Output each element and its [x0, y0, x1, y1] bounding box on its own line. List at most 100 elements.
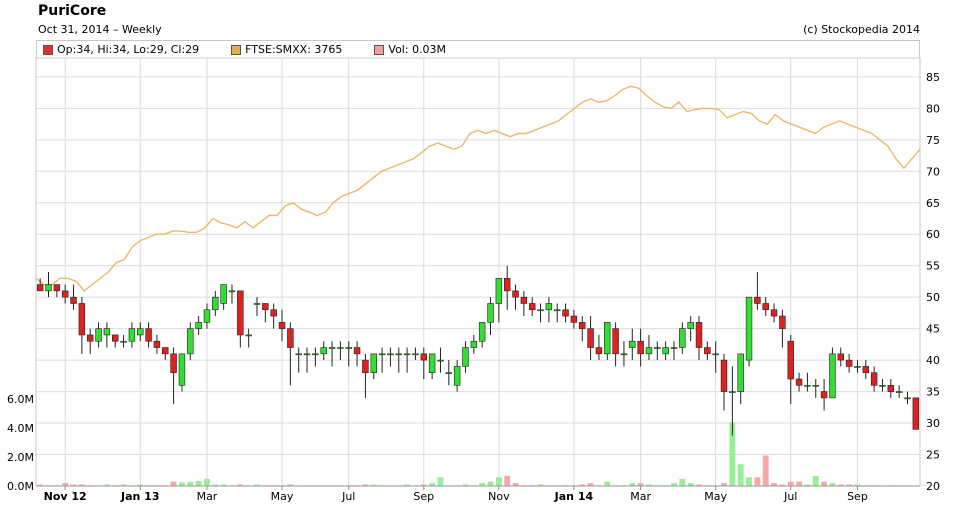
candle-body: [837, 353, 844, 361]
candle-body: [128, 328, 136, 342]
price-tick-label: 50: [926, 291, 940, 304]
candle-body: [845, 359, 853, 367]
price-tick-label: 25: [926, 449, 940, 462]
candle-body: [779, 315, 786, 329]
candle-body: [170, 353, 177, 374]
volume-bar: [737, 464, 744, 486]
candle-body: [295, 353, 302, 356]
candle-body: [612, 328, 619, 355]
candle-body: [579, 322, 586, 329]
volume-bar: [746, 477, 752, 486]
candle-body: [829, 353, 836, 399]
x-tick-label: Jul: [783, 490, 797, 503]
price-tick-label: 75: [926, 134, 940, 147]
candle-body: [262, 303, 269, 311]
x-tick-label: Nov 12: [44, 490, 87, 503]
candle-body: [278, 322, 286, 329]
candle-body: [362, 359, 369, 374]
volume-bar: [787, 481, 794, 486]
price-tick-label: 55: [926, 260, 940, 273]
candle-body: [428, 353, 436, 374]
x-tick-label: Jul: [341, 490, 355, 503]
candle-body: [595, 347, 603, 355]
candle-body: [895, 391, 903, 393]
volume-bar: [487, 481, 494, 486]
candle-body: [787, 340, 794, 380]
volume-tick-label: 0.0M: [7, 480, 34, 493]
volume-bar: [170, 481, 177, 486]
candle-body: [212, 296, 219, 311]
volume-tick-label: 2.0M: [7, 451, 34, 464]
candle-body: [570, 315, 578, 323]
candle-body: [61, 290, 69, 298]
candle-body: [353, 347, 361, 355]
x-tick-label: Mar: [197, 490, 218, 503]
x-tick-label: Jan 14: [554, 490, 594, 503]
volume-bar: [495, 477, 502, 486]
candle-body: [820, 391, 828, 399]
price-tick-label: 20: [926, 480, 940, 493]
candle-body: [478, 322, 486, 342]
x-tick-label: May: [271, 490, 294, 503]
candle-body: [687, 322, 694, 329]
price-tick-label: 40: [926, 354, 940, 367]
candle-body: [195, 322, 202, 329]
candle-body: [737, 353, 744, 392]
candle-body: [86, 334, 94, 342]
candle-body: [270, 309, 277, 317]
candle-body: [562, 309, 569, 317]
candle-body: [153, 340, 161, 348]
candle-body: [45, 284, 52, 292]
candle-body: [754, 296, 761, 304]
candle-body: [862, 366, 870, 374]
candle-body: [854, 366, 861, 368]
candle-body: [620, 353, 628, 356]
price-tick-label: 80: [926, 102, 940, 115]
candle-body: [587, 328, 594, 348]
candle-body: [337, 347, 344, 349]
price-tick-label: 70: [926, 165, 940, 178]
candle-body: [812, 384, 819, 387]
candle-body: [712, 353, 719, 356]
volume-bar: [754, 477, 761, 486]
candle-body: [512, 290, 519, 298]
price-tick-label: 35: [926, 386, 940, 399]
volume-bar: [762, 455, 769, 486]
candle-body: [437, 359, 444, 362]
candle-body: [503, 277, 511, 292]
candle-body: [645, 347, 653, 355]
volume-tick-label: 4.0M: [7, 422, 34, 435]
candle-body: [887, 384, 895, 392]
candle-body: [395, 353, 402, 356]
candle-body: [420, 353, 428, 361]
candle-body: [604, 322, 611, 355]
candle-body: [36, 284, 44, 292]
candle-body: [904, 397, 911, 400]
candle-body: [453, 366, 461, 386]
volume-bar: [821, 481, 828, 486]
candle-body: [445, 372, 453, 375]
candle-body: [187, 328, 194, 355]
x-tick-label: Jan 13: [120, 490, 159, 503]
price-tick-label: 30: [926, 417, 940, 430]
candle-body: [78, 303, 86, 336]
candle-body: [112, 334, 119, 342]
candle-body: [403, 353, 411, 356]
x-tick-label: Nov: [488, 490, 510, 503]
candle-body: [412, 353, 419, 356]
candle-body: [470, 340, 478, 348]
candle-body: [637, 340, 644, 355]
candle-body: [245, 334, 252, 337]
candle-body: [704, 347, 711, 355]
candle-body: [495, 277, 503, 304]
candle-body: [103, 328, 111, 336]
candle-body: [804, 384, 811, 387]
candle-body: [729, 391, 736, 393]
candle-body: [870, 372, 878, 386]
candle-body: [670, 347, 678, 349]
volume-bar: [187, 481, 194, 486]
volume-bar: [195, 480, 202, 486]
candle-body: [695, 322, 703, 348]
candle-body: [462, 347, 469, 367]
x-tick-label: Mar: [630, 490, 651, 503]
